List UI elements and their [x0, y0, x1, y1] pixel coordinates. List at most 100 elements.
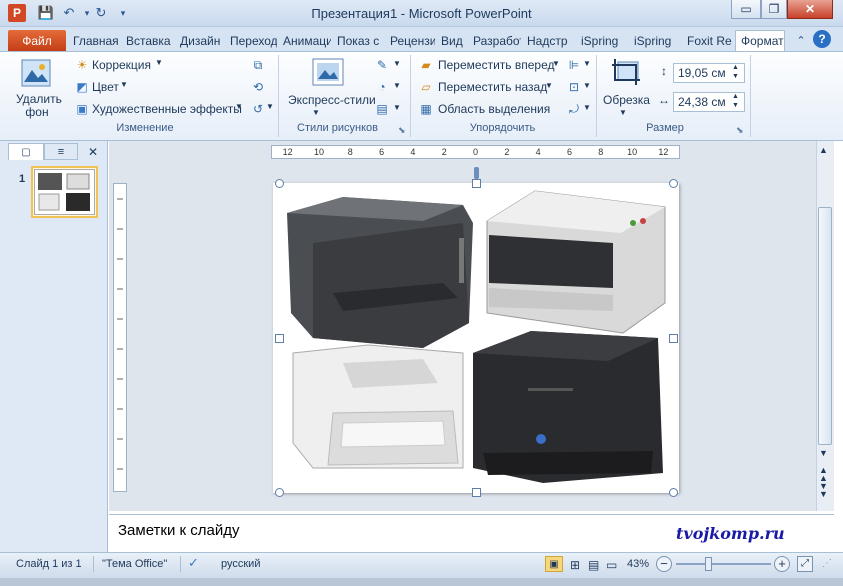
- picture-layout-dropdown-icon[interactable]: ▼: [393, 103, 401, 112]
- compress-pictures-icon[interactable]: ⧉: [250, 57, 266, 73]
- fit-to-window-icon[interactable]: ⤢: [797, 556, 813, 572]
- size-dialog-launcher-icon[interactable]: ⬊: [736, 125, 744, 136]
- slide-sorter-icon[interactable]: ⊞: [570, 558, 580, 572]
- resize-handle-top[interactable]: [472, 179, 481, 188]
- tab-insert[interactable]: Вставка: [121, 30, 175, 51]
- scroll-up-icon[interactable]: ▲: [819, 145, 828, 155]
- close-pane-icon[interactable]: ✕: [84, 143, 102, 160]
- normal-view-icon[interactable]: ▣: [545, 556, 563, 572]
- picture-effects-icon[interactable]: ◔: [374, 79, 390, 95]
- align-dropdown-icon[interactable]: ▼: [583, 59, 591, 68]
- notes-placeholder[interactable]: Заметки к слайду: [118, 522, 240, 539]
- group-objects-dropdown-icon[interactable]: ▼: [583, 81, 591, 90]
- spell-check-icon[interactable]: ✓: [188, 555, 199, 571]
- rotate-dropdown-icon[interactable]: ▼: [583, 103, 591, 112]
- picture-border-dropdown-icon[interactable]: ▼: [393, 59, 401, 68]
- tab-file[interactable]: Файл: [8, 30, 66, 51]
- send-backward-button[interactable]: Переместить назад: [438, 80, 547, 94]
- tab-design[interactable]: Дизайн: [175, 30, 225, 51]
- scroll-down-icon[interactable]: ▼: [819, 448, 828, 458]
- width-spinner-icon[interactable]: ▲ ▼: [732, 92, 739, 110]
- crop-icon[interactable]: [610, 57, 644, 87]
- selection-pane-icon[interactable]: ▦: [418, 101, 434, 117]
- help-icon[interactable]: ?: [813, 30, 831, 48]
- resize-handle-top-left[interactable]: [275, 179, 284, 188]
- horizontal-ruler: 12 10 8 6 4 2 0 2 4 6 8 10 12: [271, 145, 680, 159]
- zoom-out-icon[interactable]: −: [656, 556, 672, 572]
- resize-handle-left[interactable]: [275, 334, 284, 343]
- slide-thumbnail-image[interactable]: [34, 169, 95, 215]
- tab-format[interactable]: Формат: [735, 30, 785, 51]
- send-backward-icon[interactable]: ▱: [418, 79, 434, 95]
- zoom-slider-thumb[interactable]: [705, 557, 712, 571]
- height-spinner-icon[interactable]: ▲ ▼: [732, 63, 739, 81]
- zoom-in-icon[interactable]: +: [774, 556, 790, 572]
- bring-forward-icon[interactable]: ▰: [418, 57, 434, 73]
- color-icon[interactable]: ◩: [74, 79, 90, 95]
- tab-ispring-2[interactable]: iSpring: [629, 30, 681, 51]
- align-icon[interactable]: ⊫: [566, 57, 582, 73]
- correction-icon[interactable]: ☀: [74, 57, 90, 73]
- rotate-icon[interactable]: ⤾: [566, 101, 582, 117]
- minimize-ribbon-icon[interactable]: ⌃: [792, 31, 810, 49]
- quick-styles-button[interactable]: Экспресс-стили: [288, 93, 376, 107]
- reset-picture-icon[interactable]: ↺: [250, 101, 266, 117]
- styles-dialog-launcher-icon[interactable]: ⬊: [398, 125, 406, 136]
- slide-canvas[interactable]: [273, 183, 679, 493]
- resize-handle-bottom[interactable]: [472, 488, 481, 497]
- slideshow-view-icon[interactable]: ▭: [606, 558, 617, 572]
- artistic-effects-dropdown-icon[interactable]: ▼: [235, 102, 243, 111]
- remove-background-icon[interactable]: [18, 58, 54, 90]
- tab-view[interactable]: Вид: [436, 30, 467, 51]
- bring-forward-button[interactable]: Переместить вперед: [438, 58, 554, 72]
- quick-styles-dropdown-icon[interactable]: ▼: [312, 108, 320, 117]
- quick-styles-icon[interactable]: [310, 57, 346, 89]
- bring-forward-dropdown-icon[interactable]: ▼: [552, 59, 560, 68]
- correction-dropdown-icon[interactable]: ▼: [155, 58, 163, 67]
- tab-foxit[interactable]: Foxit Re: [682, 30, 734, 51]
- language-indicator[interactable]: русский: [221, 558, 260, 570]
- tab-review[interactable]: Рецензи: [385, 30, 435, 51]
- tab-developer[interactable]: Разработ: [468, 30, 521, 51]
- slides-tab-icon[interactable]: ▢: [8, 143, 44, 160]
- group-objects-icon[interactable]: ⊡: [566, 79, 582, 95]
- close-button[interactable]: ✕: [787, 0, 833, 19]
- artistic-effects-icon[interactable]: ▣: [74, 101, 90, 117]
- resize-handle-top-right[interactable]: [669, 179, 678, 188]
- previous-slide-icon[interactable]: ▲ ▲: [819, 466, 828, 483]
- correction-button[interactable]: Коррекция: [92, 58, 151, 72]
- resize-handle-bottom-right[interactable]: [669, 488, 678, 497]
- picture-layout-icon[interactable]: ▤: [374, 101, 390, 117]
- theme-name[interactable]: "Тема Office": [102, 558, 167, 570]
- printers-picture[interactable]: [273, 183, 679, 493]
- change-picture-icon[interactable]: ⟲: [250, 79, 266, 95]
- picture-border-icon[interactable]: ✎: [374, 57, 390, 73]
- send-backward-dropdown-icon[interactable]: ▼: [545, 81, 553, 90]
- picture-effects-dropdown-icon[interactable]: ▼: [393, 81, 401, 90]
- rotate-handle[interactable]: [474, 167, 479, 179]
- resize-handle-bottom-left[interactable]: [275, 488, 284, 497]
- tab-slideshow[interactable]: Показ с: [332, 30, 385, 51]
- minimize-button[interactable]: ▭: [731, 0, 761, 19]
- reset-picture-dropdown-icon[interactable]: ▼: [266, 102, 274, 111]
- zoom-slider-track[interactable]: [676, 563, 771, 565]
- zoom-level[interactable]: 43%: [627, 558, 649, 570]
- next-slide-icon[interactable]: ▼ ▼: [819, 482, 828, 499]
- reading-view-icon[interactable]: ▤: [588, 558, 599, 572]
- color-button[interactable]: Цвет: [92, 80, 119, 94]
- color-dropdown-icon[interactable]: ▼: [120, 80, 128, 89]
- tab-animations[interactable]: Анимации: [278, 30, 331, 51]
- crop-button[interactable]: Обрезка: [603, 93, 650, 107]
- tab-ispring-1[interactable]: iSpring: [576, 30, 628, 51]
- outline-tab-icon[interactable]: ≡: [44, 143, 78, 160]
- crop-dropdown-icon[interactable]: ▼: [619, 108, 627, 117]
- resize-handle-right[interactable]: [669, 334, 678, 343]
- restore-button[interactable]: ❐: [761, 0, 787, 19]
- selection-pane-button[interactable]: Область выделения: [438, 102, 550, 116]
- tab-home[interactable]: Главная: [68, 30, 120, 51]
- tab-addins[interactable]: Надстр: [522, 30, 575, 51]
- tab-transitions[interactable]: Переход: [225, 30, 277, 51]
- remove-background-button[interactable]: Удалить фон: [16, 93, 62, 119]
- scrollbar-thumb[interactable]: [818, 207, 832, 445]
- artistic-effects-button[interactable]: Художественные эффекты: [92, 102, 242, 116]
